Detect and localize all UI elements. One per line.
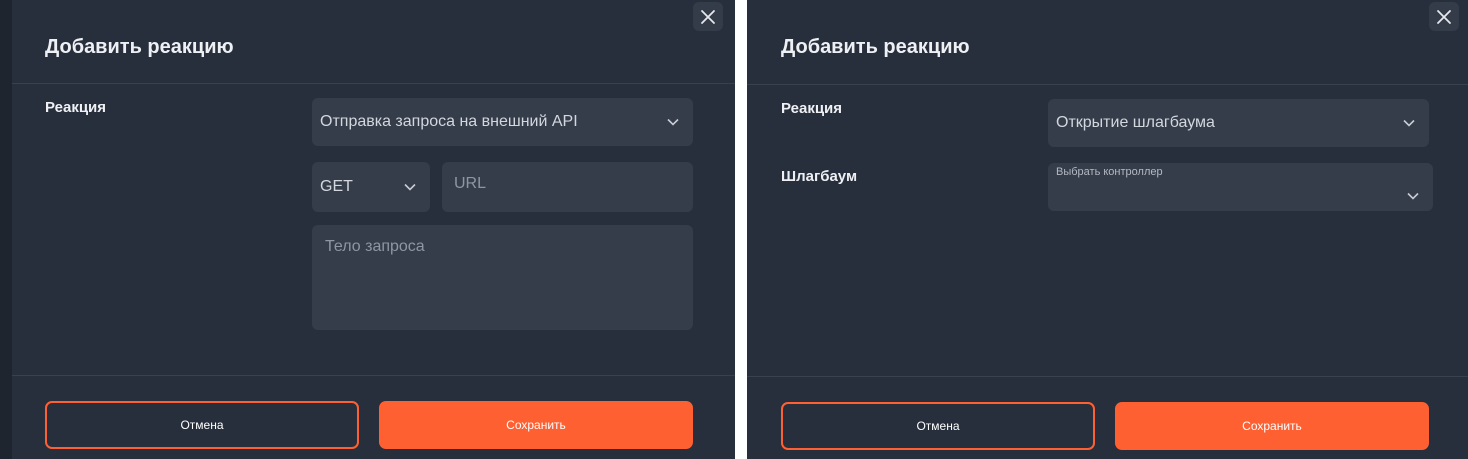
footer-divider — [747, 376, 1468, 377]
cancel-button[interactable]: Отмена — [781, 402, 1095, 450]
reaction-select-value: Открытие шлагбаума — [1056, 114, 1215, 131]
url-input[interactable]: URL — [442, 162, 693, 212]
chevron-down-icon — [404, 183, 416, 191]
request-body-placeholder: Тело запроса — [325, 238, 425, 255]
close-icon — [701, 9, 715, 24]
close-button[interactable] — [693, 2, 723, 31]
http-method-value: GET — [320, 178, 353, 195]
header-divider — [12, 83, 735, 84]
save-button[interactable]: Сохранить — [1115, 402, 1429, 450]
controller-select[interactable]: Выбрать контроллер — [1048, 163, 1433, 211]
save-button[interactable]: Сохранить — [379, 401, 693, 449]
backdrop-edge — [0, 0, 12, 459]
reaction-label: Реакция — [781, 100, 843, 117]
add-reaction-dialog-api: Добавить реакцию Реакция Отправка запрос… — [0, 0, 735, 459]
cancel-button[interactable]: Отмена — [45, 401, 359, 449]
reaction-select-value: Отправка запроса на внешний API — [320, 113, 578, 130]
chevron-down-icon — [667, 118, 679, 126]
footer-divider — [12, 375, 735, 376]
reaction-label: Реакция — [45, 99, 107, 116]
http-method-select[interactable]: GET — [312, 162, 430, 212]
chevron-down-icon — [1407, 192, 1419, 200]
url-placeholder: URL — [454, 175, 487, 192]
barrier-label: Шлагбаум — [781, 168, 858, 185]
controller-select-label: Выбрать контроллер — [1056, 166, 1163, 178]
reaction-select[interactable]: Отправка запроса на внешний API — [312, 98, 693, 146]
request-body-textarea[interactable]: Тело запроса — [312, 225, 693, 330]
dialog-title: Добавить реакцию — [45, 36, 234, 58]
dialog-title: Добавить реакцию — [781, 36, 970, 58]
reaction-select[interactable]: Открытие шлагбаума — [1048, 99, 1429, 147]
chevron-down-icon — [1403, 119, 1415, 127]
close-icon — [1437, 9, 1451, 24]
close-button[interactable] — [1429, 2, 1459, 31]
add-reaction-dialog-barrier: Добавить реакцию Реакция Открытие шлагба… — [747, 0, 1468, 459]
header-divider — [747, 84, 1468, 85]
